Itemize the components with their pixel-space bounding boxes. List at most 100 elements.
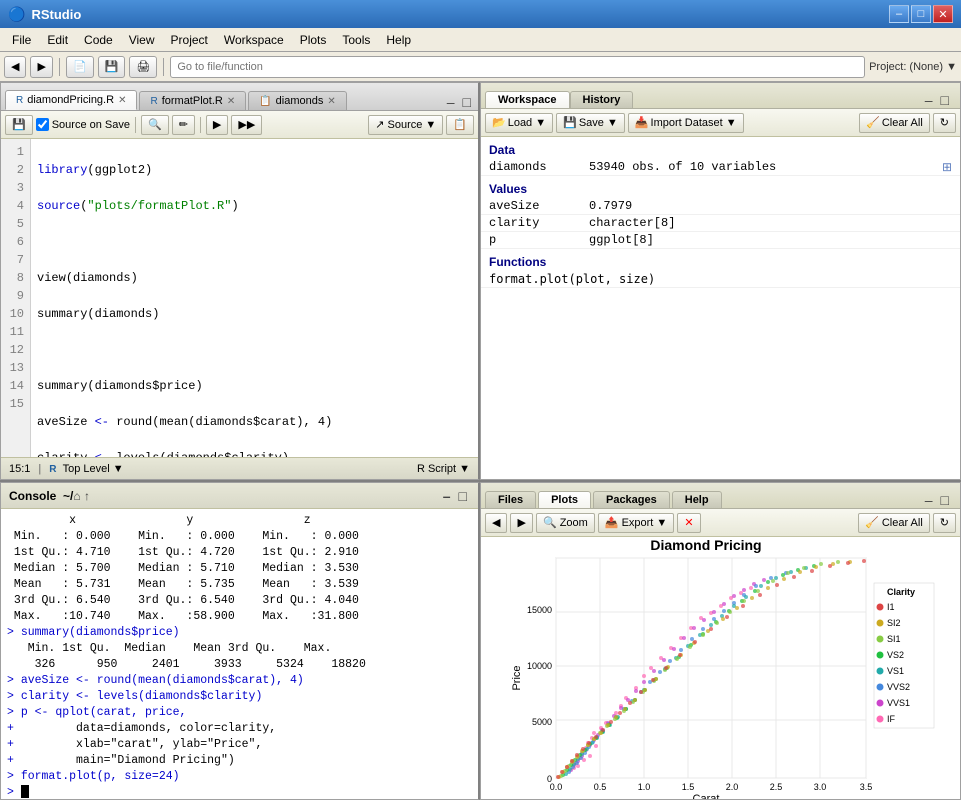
- fwd-btn[interactable]: ▶: [30, 56, 52, 78]
- ws-row-avesize[interactable]: aveSize 0.7979: [481, 198, 960, 215]
- save-toolbar-btn[interactable]: 💾: [98, 56, 126, 78]
- editor-status-bar: 15:1 | R Top Level ▼ R Script ▼: [1, 457, 478, 479]
- menu-file[interactable]: File: [4, 31, 39, 49]
- tab-format-plot[interactable]: R formatPlot.R ✕: [139, 91, 246, 110]
- console-maxrestore-btn[interactable]: □: [456, 488, 470, 504]
- svg-text:Price: Price: [511, 665, 523, 690]
- tab-packages[interactable]: Packages: [593, 491, 670, 508]
- svg-text:2.5: 2.5: [769, 782, 782, 792]
- console-cmd-line: > aveSize <- round(mean(diamonds$carat),…: [7, 673, 472, 689]
- app-icon: 🔵: [8, 6, 25, 23]
- export-btn[interactable]: 📤 Export ▼: [598, 513, 675, 533]
- editor-minimize-btn[interactable]: –: [444, 94, 458, 110]
- svg-text:0.5: 0.5: [593, 782, 606, 792]
- ws-clear-btn[interactable]: 🧹 Clear All: [859, 113, 930, 133]
- edit-btn[interactable]: ✏: [172, 115, 195, 135]
- console-output-line: 3rd Qu.: 6.540 3rd Qu.: 6.540 3rd Qu.: 4…: [7, 593, 472, 609]
- svg-text:5000: 5000: [531, 717, 551, 727]
- load-btn[interactable]: 📂 Load ▼: [485, 113, 553, 133]
- tab-files[interactable]: Files: [485, 491, 536, 508]
- menu-code[interactable]: Code: [76, 31, 121, 49]
- tab-workspace[interactable]: Workspace: [485, 91, 570, 108]
- workspace-toolbar: 📂 Load ▼ 💾 Save ▼ 📥 Import Dataset ▼ 🧹 C…: [481, 109, 960, 137]
- svg-text:VVS2: VVS2: [887, 682, 910, 692]
- load-icon: 📂: [492, 116, 506, 129]
- tab-close-3[interactable]: ✕: [327, 96, 335, 107]
- code-content[interactable]: library(ggplot2) source("plots/formatPlo…: [31, 139, 478, 457]
- top-row: R diamondPricing.R ✕ R formatPlot.R ✕ 📋 …: [0, 82, 961, 480]
- tab-history[interactable]: History: [570, 91, 634, 108]
- run-btn[interactable]: ▶: [206, 115, 228, 135]
- svg-text:VS1: VS1: [887, 666, 904, 676]
- new-file-icon: 📄: [73, 60, 87, 73]
- source-btn[interactable]: ↗ Source ▼: [368, 115, 443, 135]
- menu-project[interactable]: Project: [163, 31, 216, 49]
- run-all-btn[interactable]: ▶▶: [231, 115, 262, 135]
- ws-save-btn[interactable]: 💾 Save ▼: [556, 113, 625, 133]
- svg-text:2.0: 2.0: [725, 782, 738, 792]
- main-toolbar: ◀ ▶ 📄 💾 🖨 Project: (None) ▼: [0, 52, 961, 82]
- cursor-position: 15:1: [9, 463, 30, 475]
- grid-icon-diamonds[interactable]: ⊞: [942, 160, 952, 174]
- menu-workspace[interactable]: Workspace: [216, 31, 292, 49]
- ws-maxrestore-btn[interactable]: □: [938, 92, 952, 108]
- plots-maxrestore-btn[interactable]: □: [938, 492, 952, 508]
- svg-text:IF: IF: [887, 714, 896, 724]
- editor-maxrestore-btn[interactable]: □: [460, 94, 474, 110]
- plot-refresh-btn[interactable]: ↻: [933, 513, 956, 533]
- goto-input[interactable]: [170, 56, 865, 78]
- tab-help[interactable]: Help: [672, 491, 722, 508]
- menu-plots[interactable]: Plots: [292, 31, 335, 49]
- clear-plots-btn[interactable]: 🧹 Clear All: [858, 513, 930, 533]
- script-type[interactable]: R Script ▼: [417, 463, 470, 475]
- search-btn[interactable]: 🔍: [141, 115, 169, 135]
- plots-minimize-btn[interactable]: –: [922, 492, 936, 508]
- toolbar-sep-2: [163, 58, 164, 76]
- print-btn[interactable]: 🖨: [129, 56, 157, 78]
- compile-btn[interactable]: 📋: [446, 115, 474, 135]
- main-layout: R diamondPricing.R ✕ R formatPlot.R ✕ 📋 …: [0, 82, 961, 800]
- r-file-icon-2: R: [150, 96, 157, 107]
- tab-diamond-pricing[interactable]: R diamondPricing.R ✕: [5, 90, 137, 110]
- ws-minimize-btn[interactable]: –: [922, 92, 936, 108]
- new-file-btn[interactable]: 📄: [66, 56, 94, 78]
- tab-diamonds[interactable]: 📋 diamonds ✕: [248, 91, 347, 110]
- project-label[interactable]: Project: (None) ▼: [869, 61, 957, 73]
- back-btn[interactable]: ◀: [4, 56, 26, 78]
- ws-row-diamonds[interactable]: diamonds 53940 obs. of 10 variables ⊞: [481, 159, 960, 176]
- import-icon: 📥: [635, 116, 649, 129]
- console-continuation-line: + data=diamonds, color=clarity,: [7, 721, 472, 737]
- menu-tools[interactable]: Tools: [334, 31, 378, 49]
- menu-edit[interactable]: Edit: [39, 31, 76, 49]
- remove-plot-btn[interactable]: ✕: [677, 513, 700, 533]
- tab-close-2[interactable]: ✕: [227, 96, 235, 107]
- svg-text:SI2: SI2: [887, 618, 901, 628]
- console-output[interactable]: x y z Min. : 0.000 Min. : 0.000 Min. : 0…: [1, 509, 478, 799]
- source-on-save-label[interactable]: Source on Save: [36, 118, 130, 131]
- tab-plots[interactable]: Plots: [538, 491, 591, 508]
- plot-back-btn[interactable]: ◀: [485, 513, 507, 533]
- code-editor: 1 2 3 4 5 6 7 8 9 10 11 12 13 14 15 libr…: [1, 139, 478, 457]
- minimize-btn[interactable]: –: [889, 5, 909, 23]
- tab-close-1[interactable]: ✕: [118, 95, 126, 106]
- level-dropdown-icon[interactable]: ▼: [113, 463, 124, 475]
- menu-help[interactable]: Help: [378, 31, 419, 49]
- console-browse-icon[interactable]: ⌂ ↑: [73, 489, 90, 503]
- console-header: Console ~/ ⌂ ↑ – □: [1, 483, 478, 509]
- ws-row-clarity[interactable]: clarity character[8]: [481, 215, 960, 232]
- maximize-btn[interactable]: □: [911, 5, 931, 23]
- menu-view[interactable]: View: [121, 31, 163, 49]
- ws-row-format-plot[interactable]: format.plot(plot, size): [481, 271, 960, 288]
- svg-text:I1: I1: [887, 602, 895, 612]
- close-btn[interactable]: ✕: [933, 5, 953, 23]
- import-btn[interactable]: 📥 Import Dataset ▼: [628, 113, 744, 133]
- save-file-btn[interactable]: 💾: [5, 115, 33, 135]
- plot-fwd-btn[interactable]: ▶: [510, 513, 532, 533]
- ws-row-p[interactable]: p ggplot[8]: [481, 232, 960, 249]
- zoom-btn[interactable]: 🔍 Zoom: [536, 513, 595, 533]
- ws-refresh-btn[interactable]: ↻: [933, 113, 956, 133]
- source-on-save-checkbox[interactable]: [36, 118, 49, 131]
- console-minimize-btn[interactable]: –: [440, 488, 454, 504]
- bottom-row: Console ~/ ⌂ ↑ – □ x y z Min. : 0.000 Mi…: [0, 480, 961, 800]
- svg-text:0.0: 0.0: [549, 782, 562, 792]
